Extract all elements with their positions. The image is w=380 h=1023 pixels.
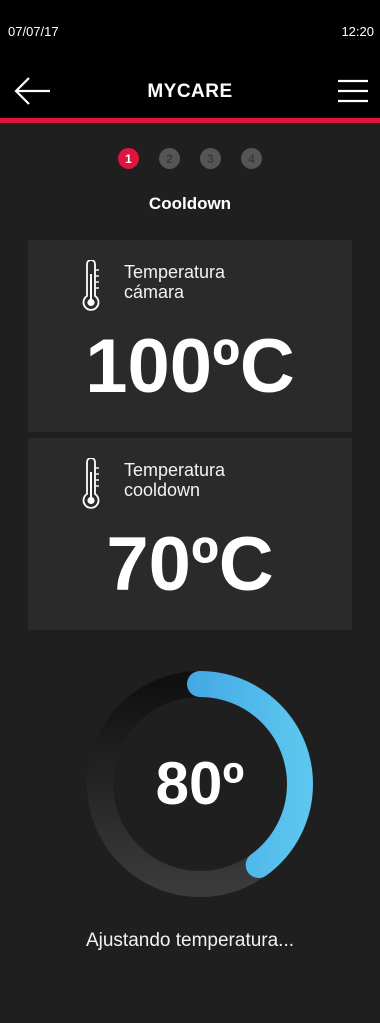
- thermometer-icon: [82, 458, 100, 509]
- app-bar: MYCARE: [0, 64, 380, 118]
- thermometer-icon: [82, 260, 100, 311]
- status-bar: 07/07/17 12:20: [0, 0, 380, 64]
- step-1: 1: [118, 148, 139, 169]
- cooldown-temperature-label-line1: Temperatura: [124, 460, 226, 480]
- stage-title: Cooldown: [148, 194, 232, 213]
- cooldown-temperature-value: 70ºC: [106, 522, 274, 607]
- cooldown-temperature-card: Temperatura cooldown 70ºC: [28, 438, 352, 630]
- menu-button[interactable]: [336, 76, 370, 106]
- cooldown-temperature-label-line2: cooldown: [124, 480, 201, 500]
- chamber-temperature-value: 100ºC: [85, 324, 295, 409]
- app-title: MYCARE: [147, 81, 233, 102]
- hamburger-menu-icon: [338, 79, 368, 103]
- chamber-temperature-label-line1: Temperatura: [124, 262, 226, 282]
- status-message: Ajustando temperatura...: [85, 930, 295, 951]
- chamber-temperature-label: Temperatura cámara: [124, 262, 334, 302]
- status-date: 07/07/17: [8, 24, 59, 39]
- step-2: 2: [159, 148, 180, 169]
- step-3: 3: [200, 148, 221, 169]
- step-indicator: 1 2 3 4: [0, 148, 380, 169]
- status-time: 12:20: [341, 24, 374, 39]
- header-accent-line: [0, 118, 380, 123]
- chamber-temperature-card: Temperatura cámara 100ºC: [28, 240, 352, 432]
- app-screen: 07/07/17 12:20 MYCARE 1 2 3 4 Cooldown T…: [0, 0, 380, 1023]
- cooldown-temperature-label: Temperatura cooldown: [124, 460, 334, 500]
- chamber-temperature-label-line2: cámara: [124, 282, 185, 302]
- step-4: 4: [241, 148, 262, 169]
- current-temperature-value: 80º: [155, 750, 245, 817]
